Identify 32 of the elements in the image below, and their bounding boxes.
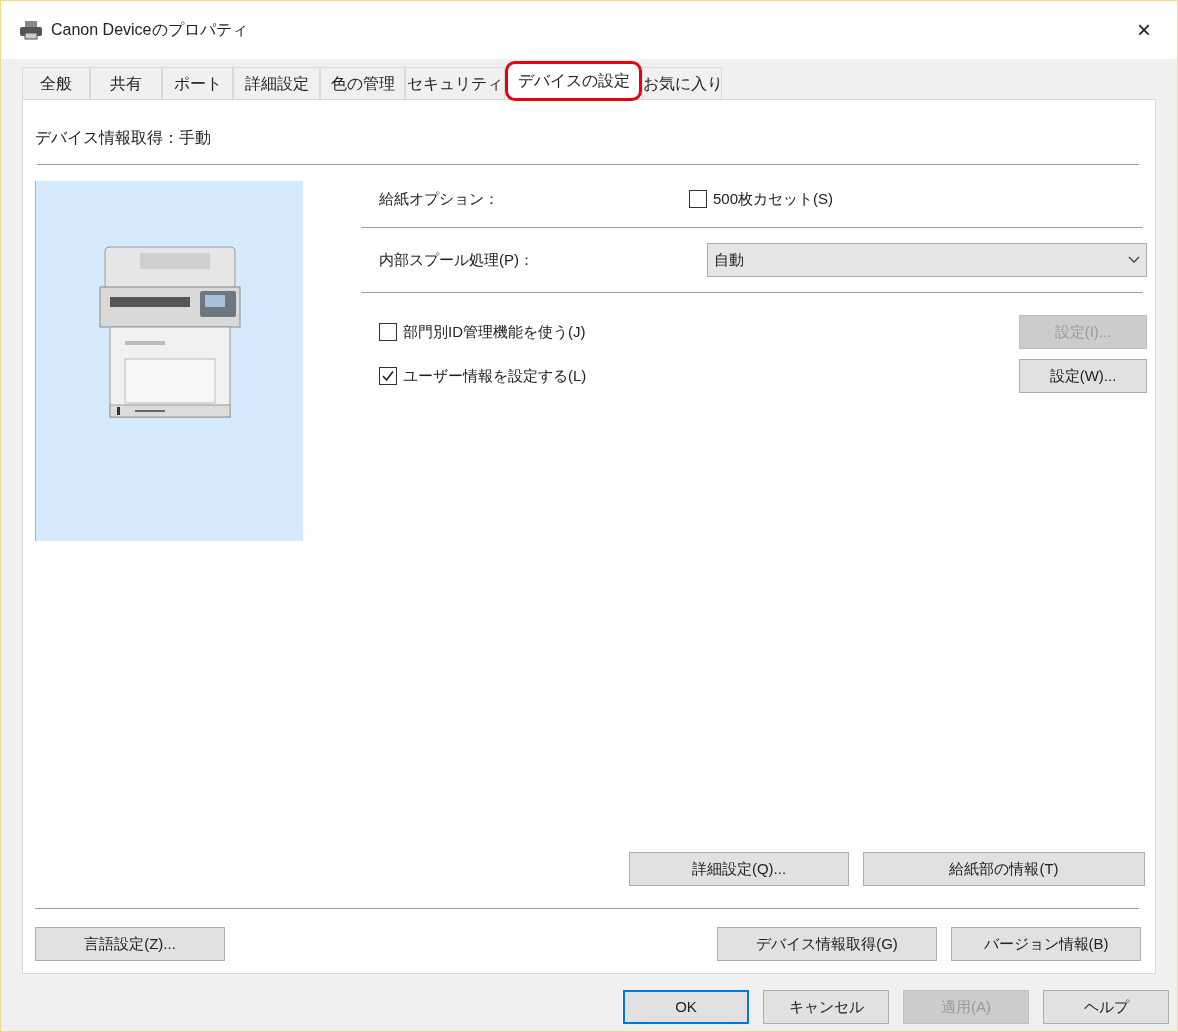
button[interactable]: バージョン情報(B) [951,927,1141,961]
window-title: Canon Deviceのプロパティ [51,20,248,40]
tab[interactable]: デバイスの設定 [505,61,642,101]
tab[interactable]: 色の管理 [320,67,405,99]
button[interactable]: 給紙部の情報(T) [863,852,1145,886]
tab[interactable]: 共有 [90,67,162,99]
button[interactable]: ヘルプ [1043,990,1169,1024]
checkbox[interactable] [379,323,397,341]
printer-icon [19,20,43,40]
dropdown[interactable]: 自動 [707,243,1147,277]
tab[interactable]: ポート [162,67,233,99]
tab[interactable]: 詳細設定 [233,67,320,99]
checkbox[interactable] [379,367,397,385]
checkbox-label: 500枚カセット(S) [713,188,834,209]
tab[interactable]: 全般 [22,67,90,99]
button[interactable]: 設定(W)... [1019,359,1147,393]
device-info-status: デバイス情報取得：手動 [35,128,212,148]
button[interactable]: OK [623,990,749,1024]
tab[interactable]: お気に入り [642,67,722,99]
field-label: 給紙オプション： [378,188,500,209]
checkmark-icon [382,370,394,382]
chevron-down-icon [1128,256,1140,264]
field-label: 内部スプール処理(P)： [378,249,535,270]
button[interactable]: キャンセル [763,990,889,1024]
close-button[interactable]: × [1129,18,1159,42]
checkbox[interactable] [689,190,707,208]
checkbox-label: ユーザー情報を設定する(L) [403,365,587,386]
button[interactable]: 詳細設定(Q)... [629,852,849,886]
button[interactable]: デバイス情報取得(G) [717,927,937,961]
tab[interactable]: セキュリティ [405,67,505,99]
checkbox-label: 部門別ID管理機能を使う(J) [403,321,586,342]
button[interactable]: 言語設定(Z)... [35,927,225,961]
